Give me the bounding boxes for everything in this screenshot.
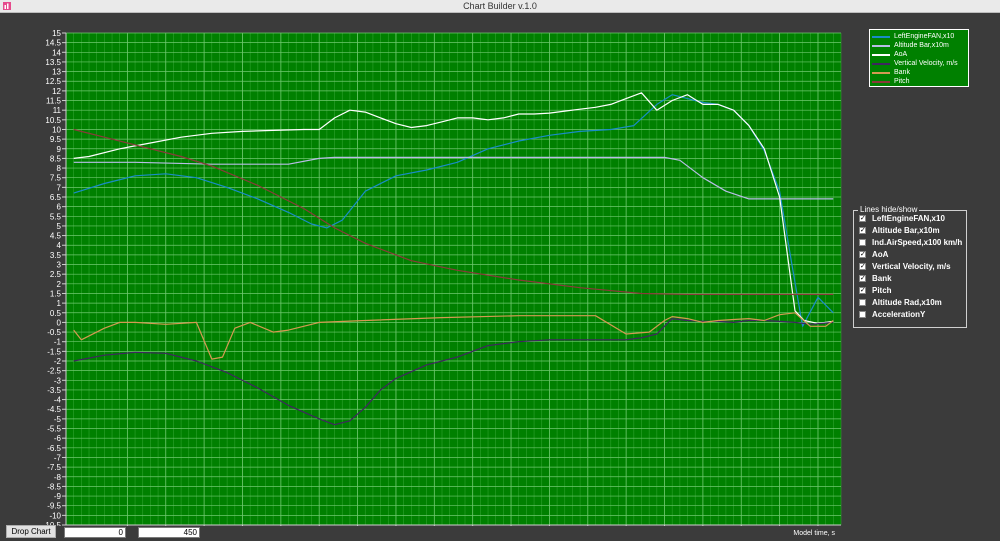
y-tick-label: 0.5 bbox=[50, 309, 62, 318]
y-tick-label: 0 bbox=[57, 318, 62, 327]
legend-label: Pitch bbox=[894, 78, 910, 85]
y-tick-label: -10 bbox=[49, 511, 61, 520]
y-tick-label: 9.5 bbox=[50, 135, 62, 144]
y-tick-label: 4 bbox=[57, 241, 62, 250]
legend-swatch bbox=[872, 81, 890, 83]
y-tick-label: -8 bbox=[54, 473, 62, 482]
y-tick-label: 1.5 bbox=[50, 289, 62, 298]
checkbox-checked-icon[interactable]: ✓ bbox=[859, 215, 866, 222]
y-tick-label: -1.5 bbox=[47, 347, 61, 356]
y-tick-label: -3 bbox=[54, 376, 62, 385]
checkbox-checked-icon[interactable]: ✓ bbox=[859, 275, 866, 282]
legend-label: AoA bbox=[894, 51, 908, 58]
y-tick-label: 3.5 bbox=[50, 251, 62, 260]
checkbox-label: Vertical Velocity, m/s bbox=[872, 262, 951, 271]
legend-swatch bbox=[872, 36, 890, 38]
y-tick-label: -2.5 bbox=[47, 367, 61, 376]
checkbox-checked-icon[interactable]: ✓ bbox=[859, 251, 866, 258]
y-tick-label: -8.5 bbox=[47, 482, 61, 491]
checkbox-label: LeftEngineFAN,x10 bbox=[872, 214, 945, 223]
checkbox-label: Pitch bbox=[872, 286, 892, 295]
y-tick-label: 9 bbox=[57, 145, 62, 154]
y-tick-label: -4 bbox=[54, 396, 62, 405]
y-tick-label: 12 bbox=[52, 87, 61, 96]
y-tick-label: 5.5 bbox=[50, 212, 62, 221]
legend-label: Vertical Velocity, m/s bbox=[894, 60, 958, 67]
y-tick-label: -5.5 bbox=[47, 425, 61, 434]
y-tick-label: 11 bbox=[53, 106, 62, 115]
y-tick-label: 4.5 bbox=[50, 232, 62, 241]
legend-swatch bbox=[872, 45, 890, 47]
y-tick-label: -6.5 bbox=[47, 444, 61, 453]
lines-hide-show-panel: Lines hide/show ✓ LeftEngineFAN,x10 ✓ Altit… bbox=[853, 205, 967, 328]
y-tick-label: 13 bbox=[52, 68, 61, 77]
checkbox-label: AoA bbox=[872, 250, 889, 259]
x-axis-title: Model time, s bbox=[793, 530, 835, 537]
checkbox-label: Altitude Bar,x10m bbox=[872, 226, 940, 235]
chart-legend: LeftEngineFAN,x10 Altitude Bar,x10m AoA Ver… bbox=[869, 29, 969, 87]
checkbox-label: Altitude Rad,x10m bbox=[872, 298, 942, 307]
checkbox-checked-icon[interactable]: ✓ bbox=[859, 263, 866, 270]
y-tick-label: -0.5 bbox=[47, 328, 61, 337]
y-tick-label: 15 bbox=[52, 29, 61, 38]
y-tick-label: -3.5 bbox=[47, 386, 61, 395]
y-tick-label: 3 bbox=[57, 261, 62, 270]
y-tick-label: -9 bbox=[54, 492, 62, 501]
y-tick-label: 14.5 bbox=[45, 39, 61, 48]
legend-swatch bbox=[872, 63, 890, 65]
title-bar: Chart Builder v.1.0 bbox=[0, 0, 1000, 13]
y-tick-label: -1 bbox=[54, 338, 62, 347]
y-tick-label: 8 bbox=[57, 164, 62, 173]
checkbox-checked-icon[interactable]: ✓ bbox=[859, 227, 866, 234]
legend-swatch bbox=[872, 54, 890, 56]
y-tick-label: 2.5 bbox=[50, 270, 62, 279]
legend-label: Bank bbox=[894, 69, 910, 76]
legend-swatch bbox=[872, 72, 890, 74]
checkbox-checked-icon[interactable]: ✓ bbox=[859, 287, 866, 294]
range-start-input[interactable]: 0 bbox=[64, 527, 126, 538]
y-tick-label: 2 bbox=[57, 280, 62, 289]
window-title: Chart Builder v.1.0 bbox=[463, 1, 537, 11]
y-tick-label: 6.5 bbox=[50, 193, 62, 202]
y-tick-label: 1 bbox=[57, 299, 62, 308]
checkbox-unchecked-icon[interactable] bbox=[859, 299, 866, 306]
checkbox-label: Bank bbox=[872, 274, 892, 283]
y-tick-label: -9.5 bbox=[47, 502, 61, 511]
checkbox-unchecked-icon[interactable] bbox=[859, 239, 866, 246]
y-tick-label: -6 bbox=[54, 434, 62, 443]
y-tick-label: -7.5 bbox=[47, 463, 61, 472]
y-tick-label: 6 bbox=[57, 203, 62, 212]
y-tick-label: 5 bbox=[57, 222, 62, 231]
y-tick-label: -4.5 bbox=[47, 405, 61, 414]
legend-label: Altitude Bar,x10m bbox=[894, 42, 949, 49]
y-tick-label: -2 bbox=[54, 357, 62, 366]
y-tick-label: 14 bbox=[52, 48, 61, 57]
checkbox-unchecked-icon[interactable] bbox=[859, 311, 866, 318]
y-tick-label: 7.5 bbox=[50, 174, 62, 183]
y-tick-label: -7 bbox=[54, 453, 62, 462]
y-tick-label: 7 bbox=[57, 183, 62, 192]
y-tick-label: 10.5 bbox=[45, 116, 61, 125]
range-end-input[interactable]: 450 bbox=[138, 527, 200, 538]
y-tick-label: -5 bbox=[54, 415, 62, 424]
y-tick-label: 12.5 bbox=[45, 77, 61, 86]
line-chart: 1514.51413.51312.51211.51110.5109.598.58… bbox=[43, 29, 842, 526]
y-tick-label: 10 bbox=[52, 125, 61, 134]
checkbox-label: Ind.AirSpeed,x100 km/h bbox=[872, 238, 963, 247]
legend-label: LeftEngineFAN,x10 bbox=[894, 33, 955, 40]
drop-chart-button[interactable]: Drop Chart bbox=[6, 525, 56, 538]
y-tick-label: 13.5 bbox=[45, 58, 61, 67]
y-tick-label: 8.5 bbox=[50, 154, 62, 163]
checkbox-label: AccelerationY bbox=[872, 310, 926, 319]
y-tick-label: 11.5 bbox=[46, 97, 62, 106]
